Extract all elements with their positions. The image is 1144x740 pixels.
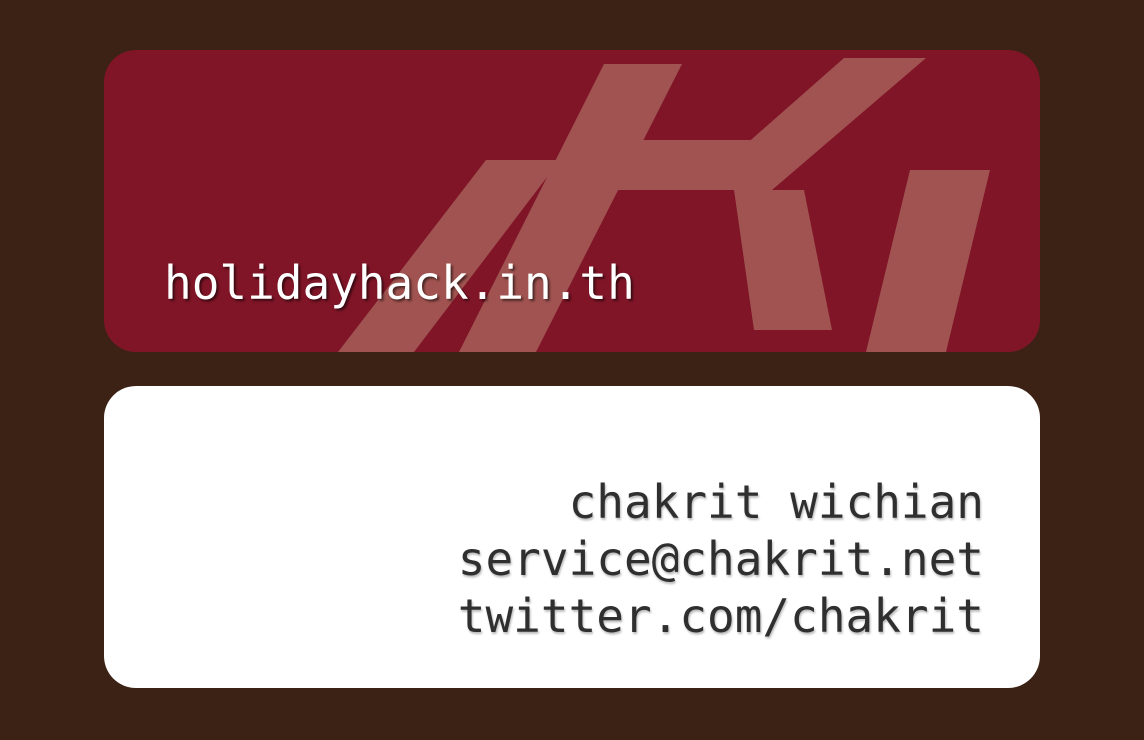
contact-name: chakrit wichian [568, 475, 984, 529]
business-card-back: chakrit wichian service@chakrit.net twit… [104, 386, 1040, 688]
contact-email: service@chakrit.net [457, 532, 984, 586]
contact-block: chakrit wichian service@chakrit.net twit… [458, 474, 984, 645]
site-url: holidayhack.in.th [164, 256, 635, 310]
business-card-front: holidayhack.in.th [104, 50, 1040, 352]
contact-twitter: twitter.com/chakrit [457, 589, 984, 643]
